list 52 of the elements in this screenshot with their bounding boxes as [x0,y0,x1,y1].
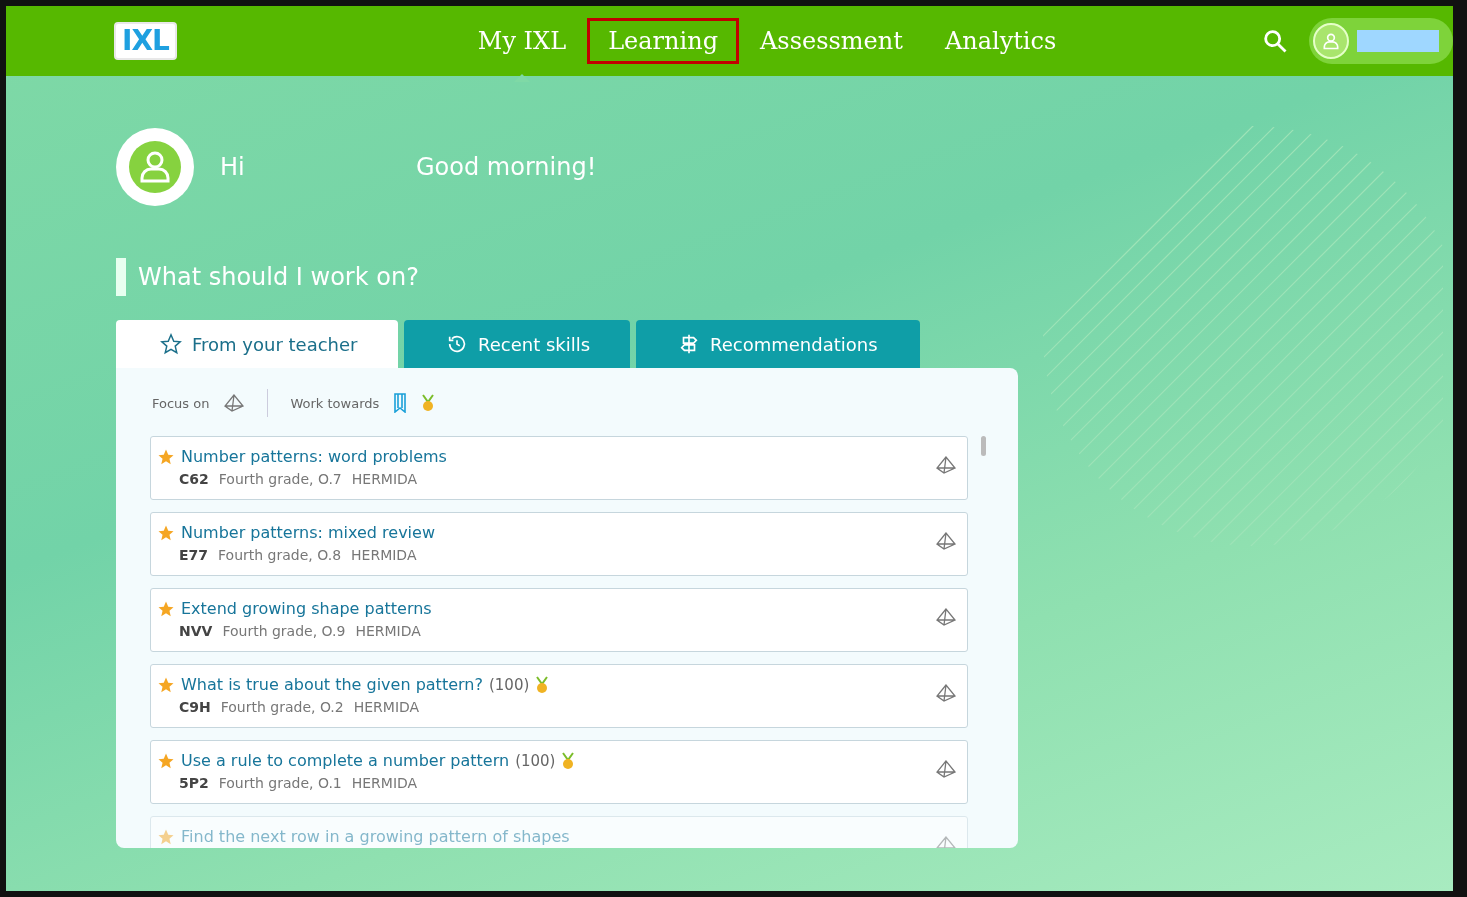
pyramid-icon[interactable] [223,393,246,413]
skill-score: (100) [488,675,530,694]
skill-grade: Fourth grade, O.9 [222,623,346,639]
medal-icon[interactable] [421,394,436,412]
pyramid-icon[interactable] [935,683,957,703]
skill-code: C62 [179,471,209,487]
bookmark-icon[interactable] [393,393,408,413]
teacher-name: HERMIDA [351,775,418,791]
search-icon[interactable] [1261,27,1289,55]
skill-row[interactable]: Use a rule to complete a number pattern (100) 5P2 Fourth grade, O.1 HERMIDA [150,740,968,804]
skill-code: 5P2 [179,775,209,791]
skill-grade: Fourth grade, O.7 [218,471,342,487]
skill-row[interactable]: Number patterns: word problems C62 Fourth grade, O.7 HERMIDA [150,436,968,500]
teacher-name: HERMIDA [355,623,421,639]
star-outline-icon [160,333,182,355]
skill-link[interactable]: Number patterns: mixed review [181,523,435,542]
skill-score: (100) [515,751,556,770]
tab[interactable]: From your teacher [116,320,398,368]
section-title: What should I work on? [138,263,419,291]
greeting-text: Hi [220,153,246,181]
teacher-name: HERMIDA [351,547,417,563]
skill-link[interactable]: Number patterns: word problems [181,447,447,466]
skill-grade: Fourth grade, O.8 [218,547,342,563]
pyramid-icon[interactable] [935,531,957,551]
pyramid-icon[interactable] [935,759,957,779]
scrollbar-thumb[interactable] [981,436,986,456]
teacher-name: HERMIDA [351,471,418,487]
pyramid-icon[interactable] [935,455,957,475]
skill-grade: Fourth grade, O.2 [220,699,344,715]
skill-row[interactable]: Number patterns: mixed review E77 Fourth grade, O.8 HERMIDA [150,512,968,576]
skill-link[interactable]: What is true about the given pattern? [181,675,483,694]
skill-link[interactable]: Extend growing shape patterns [181,599,432,618]
teacher-name: HERMIDA [353,699,420,715]
pyramid-icon[interactable] [935,607,957,627]
filter-label: Work towards [290,395,380,411]
greeting-message: Good morning! [416,153,597,181]
tab[interactable]: Recommendations [636,320,920,368]
logo[interactable]: IXL [114,22,177,60]
skill-code: C9H [179,699,211,715]
tab[interactable]: Recent skills [404,320,630,368]
user-icon [1313,23,1349,59]
skill-link[interactable]: Use a rule to complete a number pattern [181,751,510,770]
skill-row[interactable]: Extend growing shape patterns NVV Fourth grade, O.9 HERMIDA [150,588,968,652]
skill-code: E77 [179,547,209,563]
account-button[interactable] [1309,18,1453,64]
skill-grade: Fourth grade, O.1 [218,775,342,791]
title-accent-bar [116,258,126,296]
skill-code: NVV [179,623,213,639]
skill-row[interactable]: What is true about the given pattern? (100) C9H Fourth grade, O.2 HERMIDA [150,664,968,728]
filter-label: Focus on [152,395,210,411]
history-icon [446,333,468,355]
signpost-icon [678,333,700,355]
